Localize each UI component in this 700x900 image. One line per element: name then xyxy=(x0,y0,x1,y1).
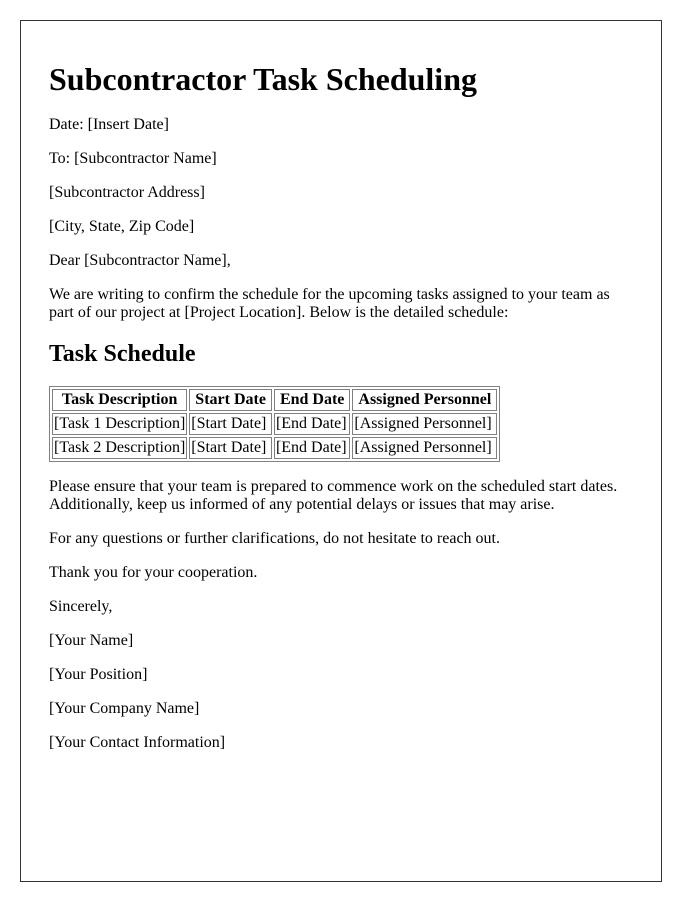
cell-assigned-personnel: [Assigned Personnel] xyxy=(352,413,498,435)
cell-task-description: [Task 2 Description] xyxy=(52,437,188,459)
salutation: Dear [Subcontractor Name], xyxy=(49,252,231,269)
task-schedule-table: Task Description Start Date End Date Ass… xyxy=(49,386,501,462)
column-header-end-date: End Date xyxy=(273,389,351,411)
column-header-start-date: Start Date xyxy=(189,389,272,411)
letter-title: Subcontractor Task Scheduling xyxy=(49,61,477,97)
cell-end-date: [End Date] xyxy=(273,437,351,459)
table-row: [Task 2 Description] [Start Date] [End D… xyxy=(52,437,498,459)
questions-paragraph: For any questions or further clarificati… xyxy=(49,530,500,547)
signature-name: [Your Name] xyxy=(49,632,134,649)
signature-position: [Your Position] xyxy=(49,666,148,683)
cell-start-date: [Start Date] xyxy=(189,437,272,459)
date-line: Date: [Insert Date] xyxy=(49,116,169,133)
cell-start-date: [Start Date] xyxy=(189,413,272,435)
closing-line: Sincerely, xyxy=(49,598,113,615)
section-heading-task-schedule: Task Schedule xyxy=(49,341,196,367)
cell-task-description: [Task 1 Description] xyxy=(52,413,188,435)
column-header-task-description: Task Description xyxy=(52,389,188,411)
cell-end-date: [End Date] xyxy=(273,413,351,435)
letter-container: Subcontractor Task Scheduling Date: [Ins… xyxy=(20,20,662,882)
signature-contact: [Your Contact Information] xyxy=(49,734,226,751)
cell-assigned-personnel: [Assigned Personnel] xyxy=(352,437,498,459)
signature-company: [Your Company Name] xyxy=(49,700,200,717)
recipient-line: To: [Subcontractor Name] xyxy=(49,150,217,167)
recipient-city-line: [City, State, Zip Code] xyxy=(49,218,195,235)
ensure-paragraph: Please ensure that your team is prepared… xyxy=(49,478,618,513)
thanks-line: Thank you for your cooperation. xyxy=(49,564,258,581)
table-header-row: Task Description Start Date End Date Ass… xyxy=(52,389,498,411)
recipient-address: [Subcontractor Address] xyxy=(49,184,205,201)
intro-paragraph: We are writing to confirm the schedule f… xyxy=(49,286,610,321)
table-row: [Task 1 Description] [Start Date] [End D… xyxy=(52,413,498,435)
column-header-assigned-personnel: Assigned Personnel xyxy=(352,389,498,411)
